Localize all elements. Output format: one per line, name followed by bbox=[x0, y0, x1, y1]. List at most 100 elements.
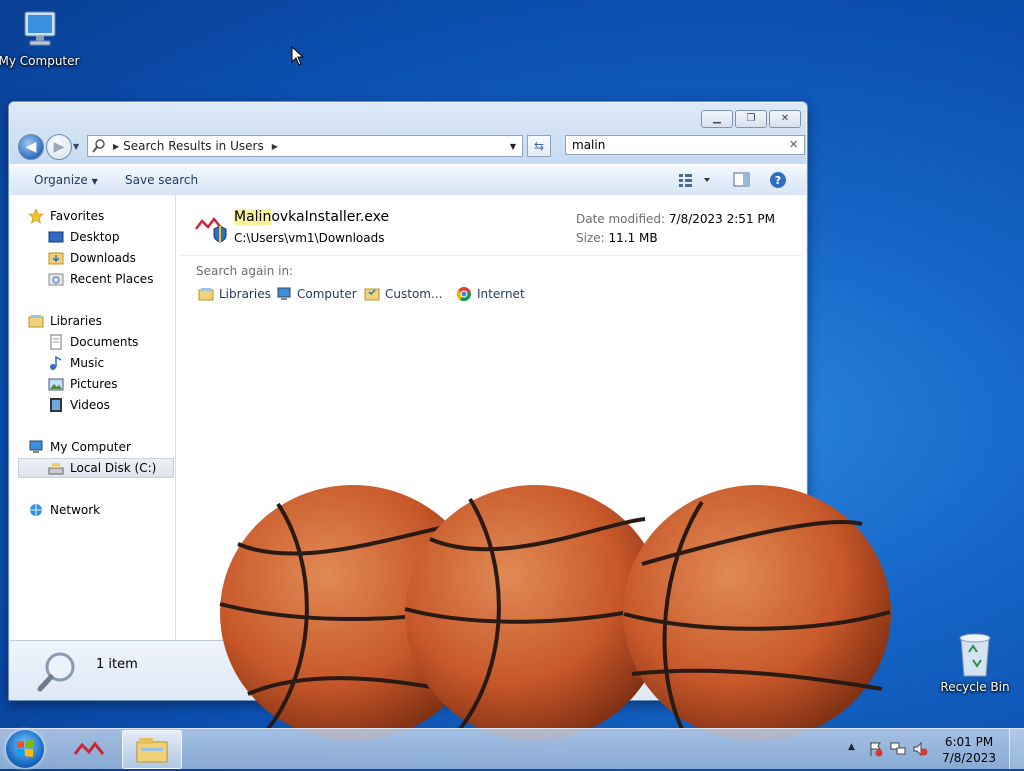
command-bar: Organize ▼ Save search ? bbox=[10, 164, 806, 196]
taskbar-explorer[interactable] bbox=[122, 730, 182, 769]
windows-logo-icon bbox=[17, 740, 33, 757]
desktop-icon-my-computer[interactable]: My Computer bbox=[0, 8, 84, 68]
my-computer-label: My Computer bbox=[0, 54, 80, 68]
search-icon bbox=[92, 139, 105, 153]
network-icon bbox=[30, 504, 42, 516]
basketball-image bbox=[623, 485, 891, 741]
nav-item-pictures[interactable]: Pictures bbox=[48, 374, 118, 394]
computer-icon bbox=[277, 287, 291, 300]
nav-item-videos[interactable]: Videos bbox=[48, 395, 110, 415]
file-name-rest: ovkaInstaller.exe bbox=[271, 209, 390, 225]
flag-icon[interactable] bbox=[868, 741, 884, 757]
documents-icon bbox=[50, 334, 62, 350]
downloads-folder-icon bbox=[48, 252, 64, 265]
computer-icon bbox=[24, 11, 56, 46]
date-modified-label: Date modified: bbox=[576, 212, 666, 226]
videos-icon bbox=[50, 398, 62, 412]
search-again-computer[interactable]: Computer bbox=[276, 286, 357, 302]
minimize-button[interactable]: ▁ bbox=[701, 110, 733, 128]
nav-item-local-disk[interactable]: Local Disk (C:) bbox=[48, 458, 156, 478]
taskbar-malinovka[interactable] bbox=[60, 730, 118, 767]
preview-pane-icon[interactable] bbox=[733, 171, 751, 189]
organize-button[interactable]: Organize ▼ bbox=[34, 173, 98, 187]
search-again-internet[interactable]: Internet bbox=[456, 286, 525, 302]
nav-item-recent-places-label: Recent Places bbox=[70, 272, 154, 286]
file-size: Size: 11.1 MB bbox=[576, 231, 658, 245]
refresh-icon: ⇆ bbox=[533, 139, 545, 153]
nav-favorites-label: Favorites bbox=[50, 209, 105, 223]
speaker-icon[interactable] bbox=[912, 741, 928, 757]
close-button[interactable]: ✕ bbox=[769, 110, 801, 128]
address-dropdown[interactable]: ▼ bbox=[504, 136, 522, 156]
search-again-libraries-label: Libraries bbox=[219, 287, 271, 301]
navigation-bar: ◀ ▶ ▼ ▶ Search Results in Users ▶ ▼ ⇆ ✕ bbox=[17, 132, 805, 160]
nav-libraries[interactable]: Libraries bbox=[28, 311, 102, 331]
libraries-folder-icon bbox=[198, 288, 214, 301]
show-desktop-button[interactable] bbox=[1009, 729, 1024, 769]
breadcrumb-search-results[interactable]: Search Results in Users bbox=[123, 139, 264, 153]
result-file-path: C:\Users\vm1\Downloads bbox=[234, 231, 385, 245]
star-icon bbox=[28, 208, 44, 224]
save-search-button[interactable]: Save search bbox=[125, 173, 198, 187]
address-bar[interactable]: ▶ Search Results in Users ▶ ▼ bbox=[87, 135, 523, 157]
desktop-icon bbox=[48, 231, 64, 243]
libraries-folder-icon bbox=[28, 315, 44, 328]
navigation-pane: Favorites Desktop Downloads Recent Place… bbox=[10, 195, 176, 640]
nav-item-documents[interactable]: Documents bbox=[48, 332, 138, 352]
computer-icon bbox=[29, 440, 43, 453]
size-value: 11.1 MB bbox=[608, 231, 658, 245]
recycle-bin-icon bbox=[959, 633, 991, 677]
recycle-bin-label: Recycle Bin bbox=[940, 680, 1010, 694]
drive-icon bbox=[48, 463, 64, 475]
organize-label: Organize bbox=[34, 173, 88, 187]
refresh-button[interactable]: ⇆ bbox=[527, 135, 551, 157]
help-icon[interactable]: ? bbox=[769, 171, 787, 189]
nav-libraries-label: Libraries bbox=[50, 314, 102, 328]
caption-buttons: ▁ ❐ ✕ bbox=[701, 110, 801, 128]
desktop-icon-recycle-bin[interactable]: Recycle Bin bbox=[930, 630, 1020, 694]
clear-search-icon[interactable]: ✕ bbox=[789, 138, 798, 151]
clock[interactable]: 6:01 PM 7/8/2023 bbox=[942, 734, 996, 766]
view-options-icon[interactable] bbox=[678, 171, 714, 189]
nav-my-computer[interactable]: My Computer bbox=[28, 437, 131, 457]
search-again-custom[interactable]: Custom... bbox=[364, 286, 442, 302]
breadcrumb-arrow-icon[interactable]: ▶ bbox=[272, 142, 278, 151]
custom-folder-icon bbox=[364, 288, 380, 301]
divider bbox=[180, 255, 802, 256]
nav-my-computer-label: My Computer bbox=[50, 440, 131, 454]
magnifier-icon bbox=[37, 652, 75, 692]
nav-item-documents-label: Documents bbox=[70, 335, 139, 349]
start-button[interactable] bbox=[6, 730, 44, 768]
nav-item-pictures-label: Pictures bbox=[70, 377, 118, 391]
nav-item-desktop-label: Desktop bbox=[70, 230, 120, 244]
network-icon[interactable] bbox=[890, 741, 906, 757]
search-input[interactable] bbox=[565, 135, 805, 155]
nav-item-desktop[interactable]: Desktop bbox=[48, 227, 120, 247]
svg-text:?: ? bbox=[775, 174, 781, 187]
nav-item-downloads[interactable]: Downloads bbox=[48, 248, 136, 268]
show-hidden-icons-button[interactable]: ▲ bbox=[848, 742, 855, 752]
back-arrow-icon: ◀ bbox=[25, 139, 37, 155]
nav-item-music[interactable]: Music bbox=[48, 353, 104, 373]
mouse-cursor-icon bbox=[291, 46, 305, 66]
result-file-name[interactable]: MalinovkaInstaller.exe bbox=[234, 209, 389, 225]
chrome-icon bbox=[456, 287, 471, 302]
recent-places-icon bbox=[48, 273, 64, 286]
search-again-computer-label: Computer bbox=[297, 287, 357, 301]
nav-network[interactable]: Network bbox=[28, 500, 100, 520]
date-modified-value: 7/8/2023 2:51 PM bbox=[668, 212, 775, 226]
search-again-custom-label: Custom... bbox=[385, 287, 443, 301]
nav-item-recent-places[interactable]: Recent Places bbox=[48, 269, 153, 289]
pictures-icon bbox=[48, 378, 64, 391]
nav-item-videos-label: Videos bbox=[70, 398, 110, 412]
search-highlight: Malin bbox=[234, 209, 272, 225]
forward-button[interactable]: ▶ bbox=[46, 134, 72, 160]
back-button[interactable]: ◀ bbox=[18, 134, 44, 160]
maximize-button[interactable]: ❐ bbox=[735, 110, 767, 128]
search-again-libraries[interactable]: Libraries bbox=[198, 286, 271, 302]
nav-favorites[interactable]: Favorites bbox=[28, 206, 104, 226]
history-dropdown[interactable]: ▼ bbox=[73, 142, 79, 151]
date-modified: Date modified: 7/8/2023 2:51 PM bbox=[576, 212, 775, 226]
nav-item-downloads-label: Downloads bbox=[70, 251, 136, 265]
nav-item-music-label: Music bbox=[70, 356, 105, 370]
